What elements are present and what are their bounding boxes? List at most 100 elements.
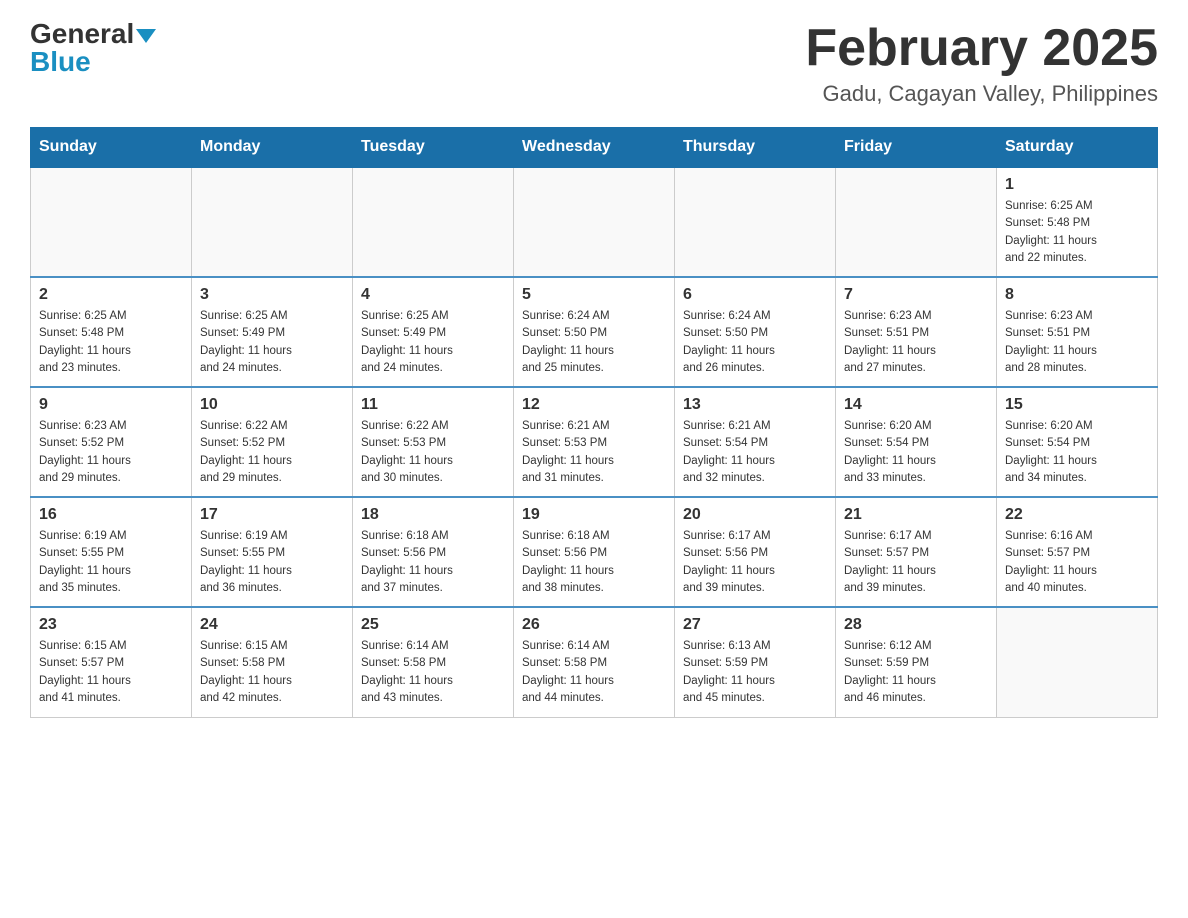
calendar-cell: 27 Sunrise: 6:13 AMSunset: 5:59 PMDayligh…: [675, 607, 836, 717]
day-number: 4: [361, 286, 505, 304]
calendar-cell: 22 Sunrise: 6:16 AMSunset: 5:57 PMDayligh…: [997, 497, 1158, 607]
day-number: 17: [200, 506, 344, 524]
day-number: 24: [200, 616, 344, 634]
day-info: Sunrise: 6:24 AMSunset: 5:50 PMDaylight:…: [522, 308, 666, 377]
calendar-cell: 25Sunrise: 6:14 AMSunset: 5:58 PMDayligh…: [353, 607, 514, 717]
day-number: 21: [844, 506, 988, 524]
day-header-friday: Friday: [836, 128, 997, 168]
day-header-sunday: Sunday: [31, 128, 192, 168]
calendar-week-1: 2 Sunrise: 6:25 AMSunset: 5:48 PMDaylight…: [31, 277, 1158, 387]
calendar-week-0: 1 Sunrise: 6:25 AMSunset: 5:48 PMDaylight…: [31, 167, 1158, 277]
calendar-cell: 14 Sunrise: 6:20 AMSunset: 5:54 PMDayligh…: [836, 387, 997, 497]
calendar-cell: 3 Sunrise: 6:25 AMSunset: 5:49 PMDaylight…: [192, 277, 353, 387]
day-info: Sunrise: 6:25 AMSunset: 5:48 PMDaylight:…: [39, 308, 183, 377]
calendar-week-3: 16 Sunrise: 6:19 AMSunset: 5:55 PMDayligh…: [31, 497, 1158, 607]
calendar-cell: 13Sunrise: 6:21 AMSunset: 5:54 PMDayligh…: [675, 387, 836, 497]
day-number: 9: [39, 396, 183, 414]
day-number: 8: [1005, 286, 1149, 304]
calendar-cell: 28 Sunrise: 6:12 AMSunset: 5:59 PMDayligh…: [836, 607, 997, 717]
calendar-cell: [514, 167, 675, 277]
calendar-cell: 1 Sunrise: 6:25 AMSunset: 5:48 PMDaylight…: [997, 167, 1158, 277]
calendar-cell: 19 Sunrise: 6:18 AMSunset: 5:56 PMDayligh…: [514, 497, 675, 607]
day-number: 10: [200, 396, 344, 414]
day-number: 26: [522, 616, 666, 634]
day-info: Sunrise: 6:21 AMSunset: 5:54 PMDaylight:…: [683, 418, 827, 487]
calendar-cell: 2 Sunrise: 6:25 AMSunset: 5:48 PMDaylight…: [31, 277, 192, 387]
day-number: 6: [683, 286, 827, 304]
calendar-cell: 7Sunrise: 6:23 AMSunset: 5:51 PMDaylight…: [836, 277, 997, 387]
day-number: 19: [522, 506, 666, 524]
calendar-cell: 20 Sunrise: 6:17 AMSunset: 5:56 PMDayligh…: [675, 497, 836, 607]
day-number: 25: [361, 616, 505, 634]
page-header: General Blue February 2025 Gadu, Cagayan…: [30, 20, 1158, 107]
calendar-cell: [31, 167, 192, 277]
day-info: Sunrise: 6:20 AMSunset: 5:54 PMDaylight:…: [1005, 418, 1149, 487]
day-info: Sunrise: 6:20 AMSunset: 5:54 PMDaylight:…: [844, 418, 988, 487]
calendar-cell: 15 Sunrise: 6:20 AMSunset: 5:54 PMDayligh…: [997, 387, 1158, 497]
calendar-week-2: 9 Sunrise: 6:23 AMSunset: 5:52 PMDaylight…: [31, 387, 1158, 497]
day-header-thursday: Thursday: [675, 128, 836, 168]
day-number: 15: [1005, 396, 1149, 414]
day-number: 2: [39, 286, 183, 304]
calendar-week-4: 23 Sunrise: 6:15 AMSunset: 5:57 PMDayligh…: [31, 607, 1158, 717]
day-header-monday: Monday: [192, 128, 353, 168]
day-number: 20: [683, 506, 827, 524]
day-info: Sunrise: 6:25 AMSunset: 5:49 PMDaylight:…: [361, 308, 505, 377]
calendar-cell: [353, 167, 514, 277]
calendar-cell: [192, 167, 353, 277]
calendar-cell: [997, 607, 1158, 717]
day-number: 16: [39, 506, 183, 524]
day-info: Sunrise: 6:16 AMSunset: 5:57 PMDaylight:…: [1005, 528, 1149, 597]
calendar-cell: 8 Sunrise: 6:23 AMSunset: 5:51 PMDaylight…: [997, 277, 1158, 387]
day-number: 28: [844, 616, 988, 634]
logo-general-row: General: [30, 20, 156, 48]
day-number: 14: [844, 396, 988, 414]
calendar-cell: 18Sunrise: 6:18 AMSunset: 5:56 PMDayligh…: [353, 497, 514, 607]
day-info: Sunrise: 6:25 AMSunset: 5:48 PMDaylight:…: [1005, 198, 1149, 267]
calendar-cell: 10Sunrise: 6:22 AMSunset: 5:52 PMDayligh…: [192, 387, 353, 497]
day-info: Sunrise: 6:15 AMSunset: 5:58 PMDaylight:…: [200, 638, 344, 707]
day-info: Sunrise: 6:14 AMSunset: 5:58 PMDaylight:…: [522, 638, 666, 707]
location-title: Gadu, Cagayan Valley, Philippines: [805, 81, 1158, 107]
logo: General Blue: [30, 20, 156, 76]
day-info: Sunrise: 6:23 AMSunset: 5:52 PMDaylight:…: [39, 418, 183, 487]
day-number: 23: [39, 616, 183, 634]
day-number: 11: [361, 396, 505, 414]
day-info: Sunrise: 6:17 AMSunset: 5:56 PMDaylight:…: [683, 528, 827, 597]
calendar-cell: 12Sunrise: 6:21 AMSunset: 5:53 PMDayligh…: [514, 387, 675, 497]
day-number: 5: [522, 286, 666, 304]
day-info: Sunrise: 6:25 AMSunset: 5:49 PMDaylight:…: [200, 308, 344, 377]
day-info: Sunrise: 6:21 AMSunset: 5:53 PMDaylight:…: [522, 418, 666, 487]
day-info: Sunrise: 6:22 AMSunset: 5:53 PMDaylight:…: [361, 418, 505, 487]
day-info: Sunrise: 6:17 AMSunset: 5:57 PMDaylight:…: [844, 528, 988, 597]
logo-general-text: General: [30, 18, 134, 49]
calendar-cell: 21 Sunrise: 6:17 AMSunset: 5:57 PMDayligh…: [836, 497, 997, 607]
calendar-header-row: SundayMondayTuesdayWednesdayThursdayFrid…: [31, 128, 1158, 168]
day-info: Sunrise: 6:12 AMSunset: 5:59 PMDaylight:…: [844, 638, 988, 707]
day-info: Sunrise: 6:24 AMSunset: 5:50 PMDaylight:…: [683, 308, 827, 377]
day-header-saturday: Saturday: [997, 128, 1158, 168]
calendar-cell: 6 Sunrise: 6:24 AMSunset: 5:50 PMDaylight…: [675, 277, 836, 387]
calendar-cell: 17 Sunrise: 6:19 AMSunset: 5:55 PMDayligh…: [192, 497, 353, 607]
day-info: Sunrise: 6:23 AMSunset: 5:51 PMDaylight:…: [1005, 308, 1149, 377]
day-info: Sunrise: 6:13 AMSunset: 5:59 PMDaylight:…: [683, 638, 827, 707]
calendar-cell: 24 Sunrise: 6:15 AMSunset: 5:58 PMDayligh…: [192, 607, 353, 717]
calendar-cell: [836, 167, 997, 277]
day-number: 27: [683, 616, 827, 634]
day-number: 1: [1005, 176, 1149, 194]
day-number: 18: [361, 506, 505, 524]
calendar-cell: [675, 167, 836, 277]
day-header-tuesday: Tuesday: [353, 128, 514, 168]
day-info: Sunrise: 6:15 AMSunset: 5:57 PMDaylight:…: [39, 638, 183, 707]
day-info: Sunrise: 6:18 AMSunset: 5:56 PMDaylight:…: [522, 528, 666, 597]
logo-blue-text: Blue: [30, 48, 91, 76]
day-info: Sunrise: 6:23 AMSunset: 5:51 PMDaylight:…: [844, 308, 988, 377]
calendar-cell: 11 Sunrise: 6:22 AMSunset: 5:53 PMDayligh…: [353, 387, 514, 497]
day-info: Sunrise: 6:19 AMSunset: 5:55 PMDaylight:…: [200, 528, 344, 597]
day-number: 22: [1005, 506, 1149, 524]
day-header-wednesday: Wednesday: [514, 128, 675, 168]
day-number: 3: [200, 286, 344, 304]
calendar-cell: 23 Sunrise: 6:15 AMSunset: 5:57 PMDayligh…: [31, 607, 192, 717]
calendar-cell: 5 Sunrise: 6:24 AMSunset: 5:50 PMDaylight…: [514, 277, 675, 387]
day-info: Sunrise: 6:19 AMSunset: 5:55 PMDaylight:…: [39, 528, 183, 597]
